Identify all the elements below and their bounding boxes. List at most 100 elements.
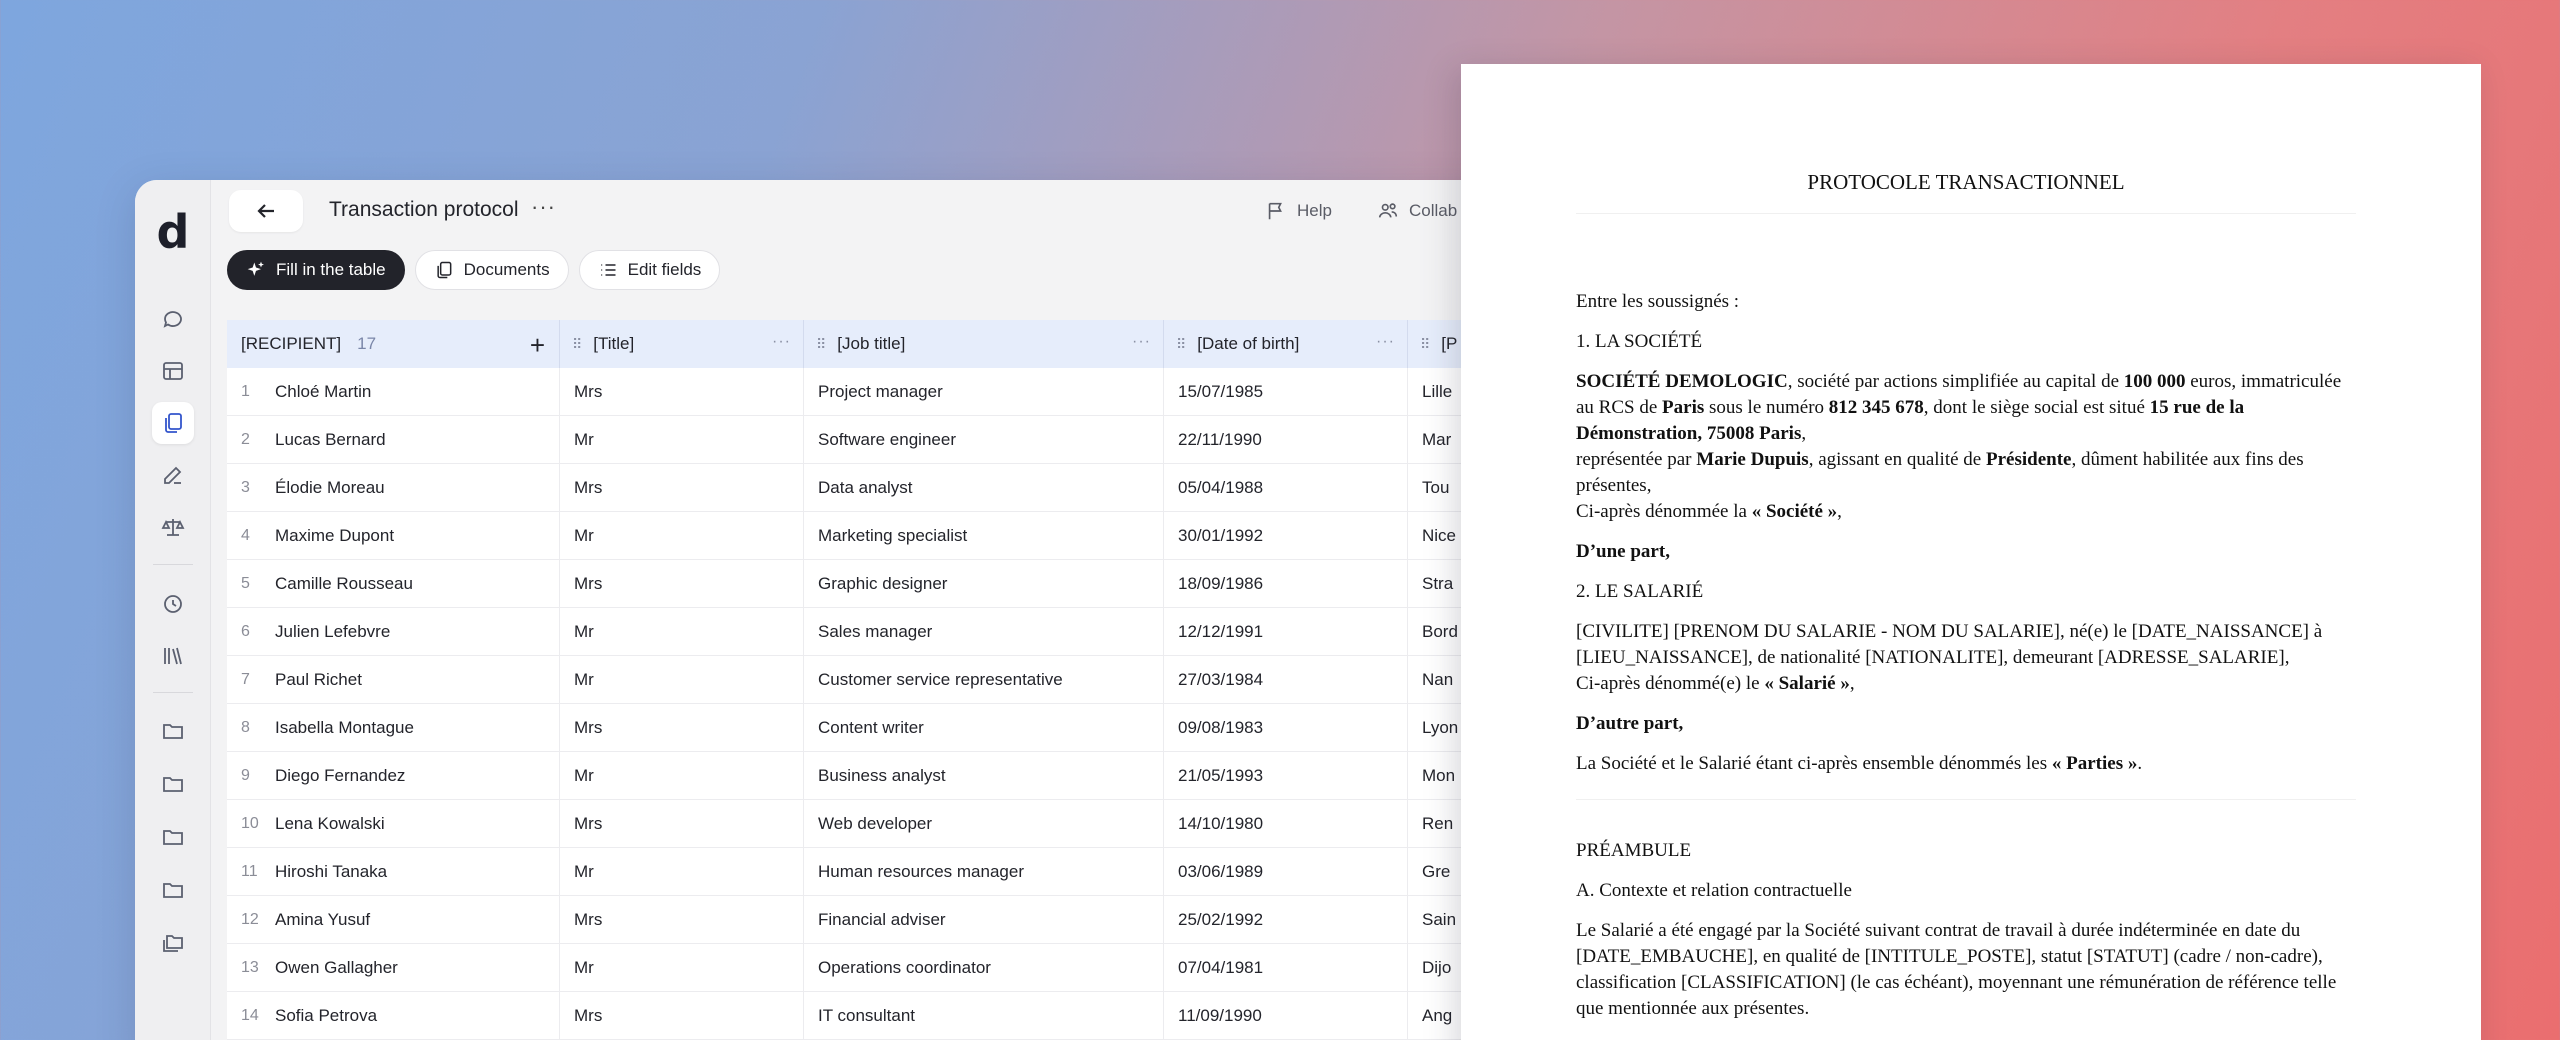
table-row[interactable]: 2 Lucas Bernard Mr Software engineer 22/11/1… — [227, 416, 1535, 464]
table-row[interactable]: 5 Camille Rousseau Mrs Graphic designer 18/0… — [227, 560, 1535, 608]
cell-recipient[interactable]: 2 Lucas Bernard — [227, 416, 560, 464]
back-button[interactable] — [229, 190, 303, 232]
cell-recipient[interactable]: 9 Diego Fernandez — [227, 752, 560, 800]
cell-job[interactable]: Sales manager — [804, 608, 1164, 656]
table-row[interactable]: 8 Isabella Montague Mrs Content writer 09/08… — [227, 704, 1535, 752]
cell-job[interactable]: Project manager — [804, 368, 1164, 416]
cell-recipient[interactable]: 5 Camille Rousseau — [227, 560, 560, 608]
cell-title[interactable]: Mr — [560, 944, 804, 992]
table-row[interactable]: 12 Amina Yusuf Mrs Financial adviser 25/02/1… — [227, 896, 1535, 944]
folders-icon[interactable] — [152, 922, 194, 964]
drag-handle-icon[interactable]: ⠿ — [1176, 336, 1186, 353]
cell-job[interactable]: Web developer — [804, 800, 1164, 848]
table-row[interactable]: 13 Owen Gallagher Mr Operations coordinator… — [227, 944, 1535, 992]
cell-dob[interactable]: 21/05/1993 — [1164, 752, 1408, 800]
cell-title[interactable]: Mr — [560, 416, 804, 464]
cell-title[interactable]: Mr — [560, 608, 804, 656]
cell-dob[interactable]: 03/06/1989 — [1164, 848, 1408, 896]
folder-icon[interactable] — [152, 869, 194, 911]
cell-job[interactable]: Software engineer — [804, 416, 1164, 464]
cell-title[interactable]: Mr — [560, 656, 804, 704]
help-button[interactable]: Help — [1265, 200, 1332, 222]
column-menu-icon[interactable]: ··· — [1376, 333, 1395, 351]
cell-job[interactable]: Human resources manager — [804, 848, 1164, 896]
drag-handle-icon[interactable]: ⠿ — [816, 336, 826, 353]
table-row[interactable]: 9 Diego Fernandez Mr Business analyst 21/05/… — [227, 752, 1535, 800]
column-header-job[interactable]: ⠿ [Job title] ··· — [804, 320, 1164, 368]
cell-job[interactable]: Financial adviser — [804, 896, 1164, 944]
cell-dob[interactable]: 07/04/1981 — [1164, 944, 1408, 992]
cell-job[interactable]: Customer service representative — [804, 656, 1164, 704]
cell-recipient[interactable]: 11 Hiroshi Tanaka — [227, 848, 560, 896]
cell-title[interactable]: Mrs — [560, 368, 804, 416]
cell-title[interactable]: Mrs — [560, 704, 804, 752]
column-menu-icon[interactable]: ··· — [772, 333, 791, 351]
cell-dob[interactable]: 25/02/1992 — [1164, 896, 1408, 944]
cell-dob[interactable]: 27/03/1984 — [1164, 656, 1408, 704]
cell-job[interactable]: Data analyst — [804, 464, 1164, 512]
collaborate-button[interactable]: Collab — [1377, 200, 1457, 222]
column-header-title[interactable]: ⠿ [Title] ··· — [560, 320, 804, 368]
cell-recipient[interactable]: 4 Maxime Dupont — [227, 512, 560, 560]
folder-icon[interactable] — [152, 763, 194, 805]
table-row[interactable]: 1 Chloé Martin Mrs Project manager 15/07/198… — [227, 368, 1535, 416]
cell-title[interactable]: Mrs — [560, 992, 804, 1040]
column-header-recipient[interactable]: [RECIPIENT] 17 + — [227, 320, 560, 368]
table-row[interactable]: 4 Maxime Dupont Mr Marketing specialist 30/0… — [227, 512, 1535, 560]
cell-title[interactable]: Mrs — [560, 560, 804, 608]
cell-recipient[interactable]: 12 Amina Yusuf — [227, 896, 560, 944]
cell-job[interactable]: Content writer — [804, 704, 1164, 752]
cell-dob[interactable]: 15/07/1985 — [1164, 368, 1408, 416]
cell-recipient[interactable]: 3 Élodie Moreau — [227, 464, 560, 512]
cell-job[interactable]: Graphic designer — [804, 560, 1164, 608]
documents-button[interactable]: Documents — [414, 250, 569, 290]
table-row[interactable]: 10 Lena Kowalski Mrs Web developer 14/10/198… — [227, 800, 1535, 848]
cell-job[interactable]: Operations coordinator — [804, 944, 1164, 992]
cell-dob[interactable]: 18/09/1986 — [1164, 560, 1408, 608]
chat-icon[interactable] — [152, 298, 194, 340]
library-icon[interactable] — [152, 635, 194, 677]
add-row-icon[interactable]: + — [530, 330, 545, 361]
cell-recipient[interactable]: 1 Chloé Martin — [227, 368, 560, 416]
drag-handle-icon[interactable]: ⠿ — [1420, 336, 1430, 353]
cell-dob[interactable]: 09/08/1983 — [1164, 704, 1408, 752]
cell-job[interactable]: IT consultant — [804, 992, 1164, 1040]
cell-title[interactable]: Mr — [560, 848, 804, 896]
cell-title[interactable]: Mrs — [560, 464, 804, 512]
folder-icon[interactable] — [152, 710, 194, 752]
more-options-button[interactable]: ··· — [531, 194, 556, 220]
cell-recipient[interactable]: 7 Paul Richet — [227, 656, 560, 704]
cell-dob[interactable]: 22/11/1990 — [1164, 416, 1408, 464]
documents-icon[interactable] — [152, 402, 194, 444]
cell-dob[interactable]: 11/09/1990 — [1164, 992, 1408, 1040]
cell-title[interactable]: Mr — [560, 752, 804, 800]
cell-dob[interactable]: 14/10/1980 — [1164, 800, 1408, 848]
table-row[interactable]: 3 Élodie Moreau Mrs Data analyst 05/04/1988 T… — [227, 464, 1535, 512]
edit-fields-button[interactable]: Edit fields — [578, 250, 721, 290]
edit-icon[interactable] — [152, 454, 194, 496]
cell-recipient[interactable]: 10 Lena Kowalski — [227, 800, 560, 848]
cell-title[interactable]: Mrs — [560, 896, 804, 944]
cell-job[interactable]: Marketing specialist — [804, 512, 1164, 560]
table-row[interactable]: 6 Julien Lefebvre Mr Sales manager 12/12/199… — [227, 608, 1535, 656]
table-row[interactable]: 7 Paul Richet Mr Customer service represent… — [227, 656, 1535, 704]
cell-title[interactable]: Mr — [560, 512, 804, 560]
cell-recipient[interactable]: 6 Julien Lefebvre — [227, 608, 560, 656]
table-row[interactable]: 14 Sofia Petrova Mrs IT consultant 11/09/199… — [227, 992, 1535, 1040]
cell-title[interactable]: Mrs — [560, 800, 804, 848]
history-icon[interactable] — [152, 583, 194, 625]
scale-icon[interactable] — [152, 506, 194, 548]
cell-job[interactable]: Business analyst — [804, 752, 1164, 800]
table-icon[interactable] — [152, 350, 194, 392]
cell-recipient[interactable]: 13 Owen Gallagher — [227, 944, 560, 992]
cell-recipient[interactable]: 14 Sofia Petrova — [227, 992, 560, 1040]
cell-dob[interactable]: 30/01/1992 — [1164, 512, 1408, 560]
column-menu-icon[interactable]: ··· — [1132, 333, 1151, 351]
cell-dob[interactable]: 05/04/1988 — [1164, 464, 1408, 512]
drag-handle-icon[interactable]: ⠿ — [572, 336, 582, 353]
fill-table-button[interactable]: Fill in the table — [227, 250, 405, 290]
column-header-dob[interactable]: ⠿ [Date of birth] ··· — [1164, 320, 1408, 368]
cell-dob[interactable]: 12/12/1991 — [1164, 608, 1408, 656]
app-logo[interactable]: d — [154, 208, 192, 256]
table-row[interactable]: 11 Hiroshi Tanaka Mr Human resources manage… — [227, 848, 1535, 896]
